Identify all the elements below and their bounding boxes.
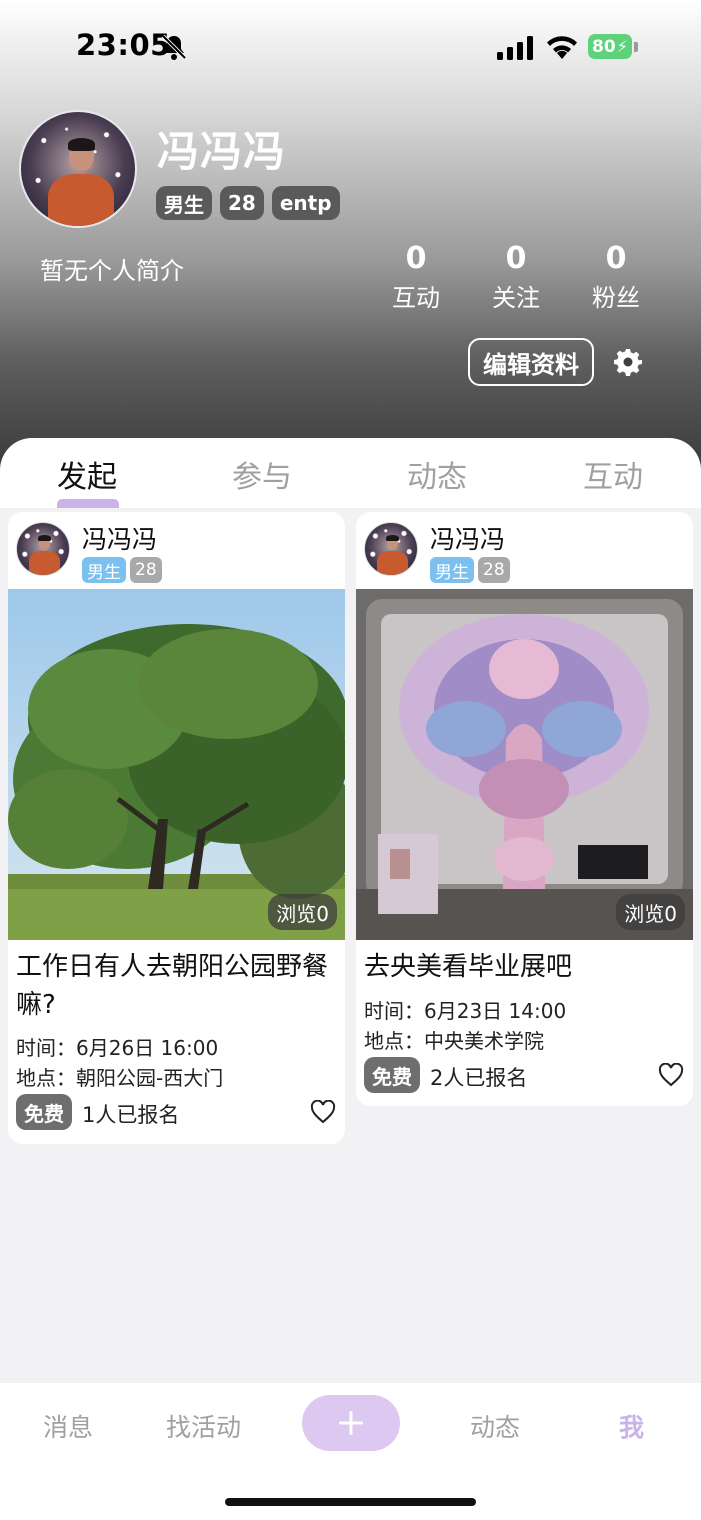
wifi-icon bbox=[547, 36, 577, 59]
park-tree-image bbox=[8, 589, 345, 940]
profile-tags: 男生 28 entp bbox=[156, 186, 340, 220]
nav-me[interactable]: 我 bbox=[619, 1408, 644, 1444]
stat-followers-value: 0 bbox=[605, 241, 627, 276]
stat-following[interactable]: 0 关注 bbox=[476, 241, 556, 313]
profile-name: 冯冯冯 bbox=[157, 127, 287, 176]
profile-avatar[interactable] bbox=[19, 110, 137, 228]
signup-count: 2人已报名 bbox=[430, 1066, 528, 1090]
activity-card[interactable]: 冯冯冯 男生 28 浏览0 去央美看毕业展吧 时间：6月23日 14:00 地点… bbox=[356, 512, 693, 1106]
add-activity-button[interactable] bbox=[302, 1395, 400, 1451]
price-badge: 免费 bbox=[16, 1094, 72, 1130]
gender-tag: 男生 bbox=[156, 186, 212, 220]
heart-icon[interactable] bbox=[310, 1100, 336, 1124]
stat-followers-label: 粉丝 bbox=[592, 284, 640, 312]
plus-icon bbox=[339, 1411, 363, 1435]
stat-interactions-value: 0 bbox=[405, 241, 427, 276]
bottom-nav: 消息 找活动 动态 我 bbox=[0, 1383, 701, 1520]
nav-find-activities[interactable]: 找活动 bbox=[166, 1408, 241, 1444]
heart-icon[interactable] bbox=[658, 1063, 684, 1087]
profile-bio: 暂无个人简介 bbox=[40, 257, 184, 285]
nav-messages[interactable]: 消息 bbox=[43, 1408, 93, 1444]
views-badge: 浏览0 bbox=[268, 894, 337, 930]
activity-photo-exhibition[interactable]: 浏览0 bbox=[356, 589, 693, 940]
nav-moments[interactable]: 动态 bbox=[470, 1408, 520, 1444]
activity-place: 地点：朝阳公园-西大门 bbox=[16, 1066, 224, 1090]
gender-tag: 男生 bbox=[82, 557, 126, 583]
age-tag: 28 bbox=[478, 557, 510, 583]
cellular-signal-icon bbox=[497, 36, 533, 60]
tab-initiated[interactable]: 发起 bbox=[57, 452, 117, 496]
author-name: 冯冯冯 bbox=[82, 525, 158, 554]
active-tab-indicator bbox=[57, 499, 119, 508]
status-bar: 23:05 80 ⚡ bbox=[0, 0, 701, 95]
mbti-tag: entp bbox=[271, 186, 340, 220]
author-tags: 男生 28 bbox=[82, 557, 162, 583]
activity-title: 去央美看毕业展吧 bbox=[364, 952, 573, 982]
stat-following-label: 关注 bbox=[492, 284, 540, 312]
activity-time: 时间：6月26日 16:00 bbox=[16, 1036, 219, 1060]
author-name: 冯冯冯 bbox=[430, 525, 506, 554]
activity-place: 地点：中央美术学院 bbox=[364, 1029, 544, 1053]
activity-photo-park[interactable]: 浏览0 bbox=[8, 589, 345, 940]
stat-interactions[interactable]: 0 互动 bbox=[376, 241, 456, 313]
stat-followers[interactable]: 0 粉丝 bbox=[576, 241, 656, 313]
battery-cap bbox=[634, 42, 638, 52]
stat-interactions-label: 互动 bbox=[392, 284, 440, 312]
art-exhibition-image bbox=[356, 589, 693, 940]
gender-tag: 男生 bbox=[430, 557, 474, 583]
home-indicator bbox=[225, 1498, 476, 1506]
edit-profile-button[interactable]: 编辑资料 bbox=[468, 338, 594, 386]
price-badge: 免费 bbox=[364, 1057, 420, 1093]
age-tag: 28 bbox=[130, 557, 162, 583]
tab-interactions[interactable]: 互动 bbox=[583, 452, 643, 496]
stat-following-value: 0 bbox=[505, 241, 527, 276]
battery-indicator: 80 ⚡ bbox=[588, 34, 632, 59]
status-time: 23:05 bbox=[76, 28, 171, 62]
author-tags: 男生 28 bbox=[430, 557, 510, 583]
activity-title: 工作日有人去朝阳公园野餐嘛? bbox=[16, 952, 329, 1020]
author-avatar[interactable] bbox=[364, 522, 418, 576]
tab-moments[interactable]: 动态 bbox=[407, 452, 467, 496]
battery-level: 80 bbox=[592, 36, 616, 57]
profile-header: 23:05 80 ⚡ 冯冯冯 男生 28 entp 暂无个人简介 0 互动 0 … bbox=[0, 0, 701, 470]
tab-joined[interactable]: 参与 bbox=[232, 452, 292, 496]
author-avatar[interactable] bbox=[16, 522, 70, 576]
charging-bolt-icon: ⚡ bbox=[616, 37, 628, 56]
activity-time: 时间：6月23日 14:00 bbox=[364, 999, 567, 1023]
signup-count: 1人已报名 bbox=[82, 1103, 180, 1127]
content-tabs: 发起 参与 动态 互动 bbox=[0, 438, 701, 508]
age-tag: 28 bbox=[220, 186, 264, 220]
bell-muted-icon bbox=[161, 34, 187, 60]
gear-icon[interactable] bbox=[614, 348, 642, 376]
views-badge: 浏览0 bbox=[616, 894, 685, 930]
activity-card[interactable]: 冯冯冯 男生 28 浏览0 工作日有人去朝阳公园野餐嘛? 时间：6月26日 16… bbox=[8, 512, 345, 1144]
